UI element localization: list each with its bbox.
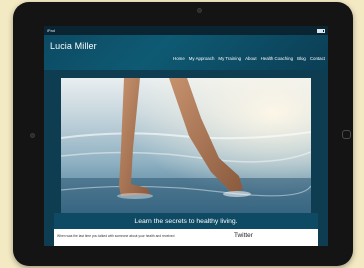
hero-image <box>61 78 311 218</box>
status-right <box>316 28 325 33</box>
battery-fill <box>317 29 323 32</box>
carrier-label: iPad <box>47 28 56 33</box>
home-button-icon[interactable] <box>342 130 351 139</box>
nav-item-home[interactable]: Home <box>173 56 185 61</box>
main-nav: Home My Approach My Training About Healt… <box>173 56 325 61</box>
nav-item-about[interactable]: About <box>245 56 256 61</box>
battery-icon <box>316 28 325 33</box>
device-screen: iPad Lucia Miller Home My Approach My Tr… <box>44 26 328 246</box>
tagline-banner: Learn the secrets to healthy living. <box>54 213 318 229</box>
site-title[interactable]: Lucia Miller <box>50 41 97 51</box>
twitter-heading: Twitter <box>234 232 253 239</box>
nav-item-health-coaching[interactable]: Health Coaching <box>261 56 293 61</box>
camera-icon <box>30 133 35 138</box>
intro-question: When was the last time you talked with s… <box>57 234 175 238</box>
content-section: When was the last time you talked with s… <box>54 229 318 246</box>
nav-item-my-approach[interactable]: My Approach <box>189 56 215 61</box>
nav-item-my-training[interactable]: My Training <box>218 56 241 61</box>
nav-item-blog[interactable]: Blog <box>297 56 306 61</box>
site-header: Lucia Miller Home My Approach My Trainin… <box>44 35 328 70</box>
hero-photo <box>61 78 311 218</box>
tagline-text: Learn the secrets to healthy living. <box>134 217 238 225</box>
status-bar: iPad <box>44 26 328 35</box>
camera-icon <box>197 8 202 13</box>
nav-item-contact[interactable]: Contact <box>310 56 325 61</box>
